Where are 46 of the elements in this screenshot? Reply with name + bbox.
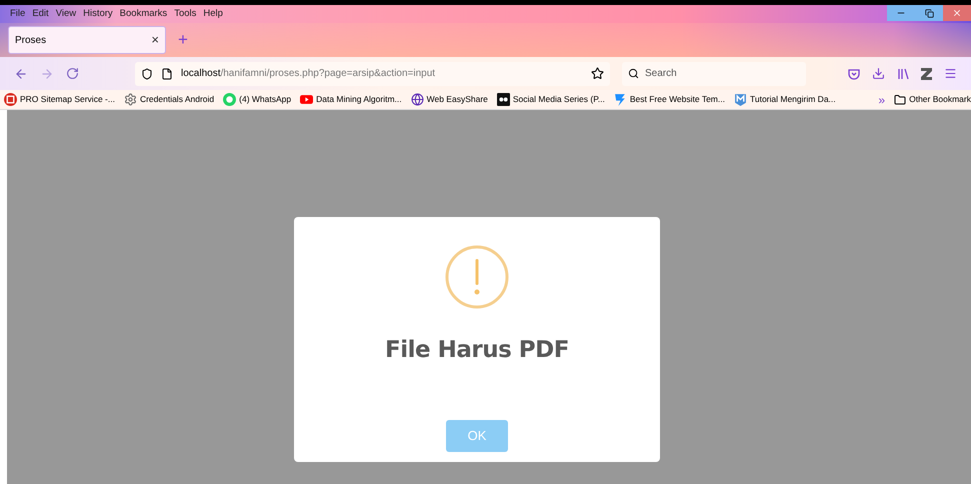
tab-title: Proses xyxy=(15,34,46,48)
bookmark-item[interactable]: Web EasyShare xyxy=(410,93,488,106)
url-text: localhost/hanifamni/proses.php?page=arsip&action=input xyxy=(181,67,436,81)
search-field[interactable]: Search xyxy=(622,62,806,86)
bookmark-item[interactable]: Credentials Android xyxy=(124,93,214,106)
menu-item[interactable]: File xyxy=(10,6,26,22)
menu-icon[interactable] xyxy=(944,67,957,80)
back-icon[interactable] xyxy=(14,66,28,80)
bookmark-item[interactable]: PRO Sitemap Service -... xyxy=(4,93,115,106)
shield-icon xyxy=(734,93,747,106)
play-icon xyxy=(300,93,314,106)
address-bar[interactable]: localhost/hanifamni/proses.php?page=arsip&action=input xyxy=(135,62,610,86)
menu-item[interactable]: Help xyxy=(203,6,223,22)
gear-icon xyxy=(124,93,137,106)
exclamation-circle-icon xyxy=(445,245,509,309)
bookmark-item[interactable]: Data Mining Algoritm... xyxy=(300,93,402,106)
browser-tab[interactable]: Proses × xyxy=(8,26,166,54)
tab-close-button[interactable]: × xyxy=(151,30,159,50)
search-icon xyxy=(628,68,639,78)
zigzag-icon[interactable] xyxy=(921,68,932,80)
menu-item[interactable]: View xyxy=(56,6,76,22)
download-icon[interactable] xyxy=(872,67,885,80)
shield-icon xyxy=(141,68,153,80)
bookmark-item[interactable]: (4) WhatsApp xyxy=(223,93,292,106)
folder-icon xyxy=(894,94,906,106)
bookmark-item[interactable]: Tutorial Mengirim Da... xyxy=(734,93,836,106)
round-badge-icon xyxy=(4,93,17,106)
bookmark-folder[interactable]: Other Bookmark xyxy=(894,93,971,106)
menu-item[interactable]: Edit xyxy=(32,6,49,22)
square-icon xyxy=(496,93,510,106)
bookmark-item[interactable]: Social Media Series (P... xyxy=(496,93,605,106)
menu-item[interactable]: Bookmarks xyxy=(120,6,168,22)
page-icon xyxy=(161,68,173,80)
bookmark-item[interactable]: Best Free Website Tem... xyxy=(614,93,725,106)
restore-icon xyxy=(924,8,934,18)
restore-button[interactable] xyxy=(915,5,943,21)
pocket-icon[interactable] xyxy=(848,68,860,80)
menu-item[interactable]: History xyxy=(83,6,113,22)
globe-icon xyxy=(410,93,424,106)
library-icon[interactable] xyxy=(897,68,909,80)
reload-icon[interactable] xyxy=(66,67,79,80)
menu-item[interactable]: Tools xyxy=(174,6,196,22)
more-bookmarks-button[interactable]: » xyxy=(878,94,886,106)
star-icon[interactable] xyxy=(591,67,604,80)
close-icon xyxy=(952,8,962,18)
dialog-title: File Harus PDF xyxy=(385,336,569,365)
